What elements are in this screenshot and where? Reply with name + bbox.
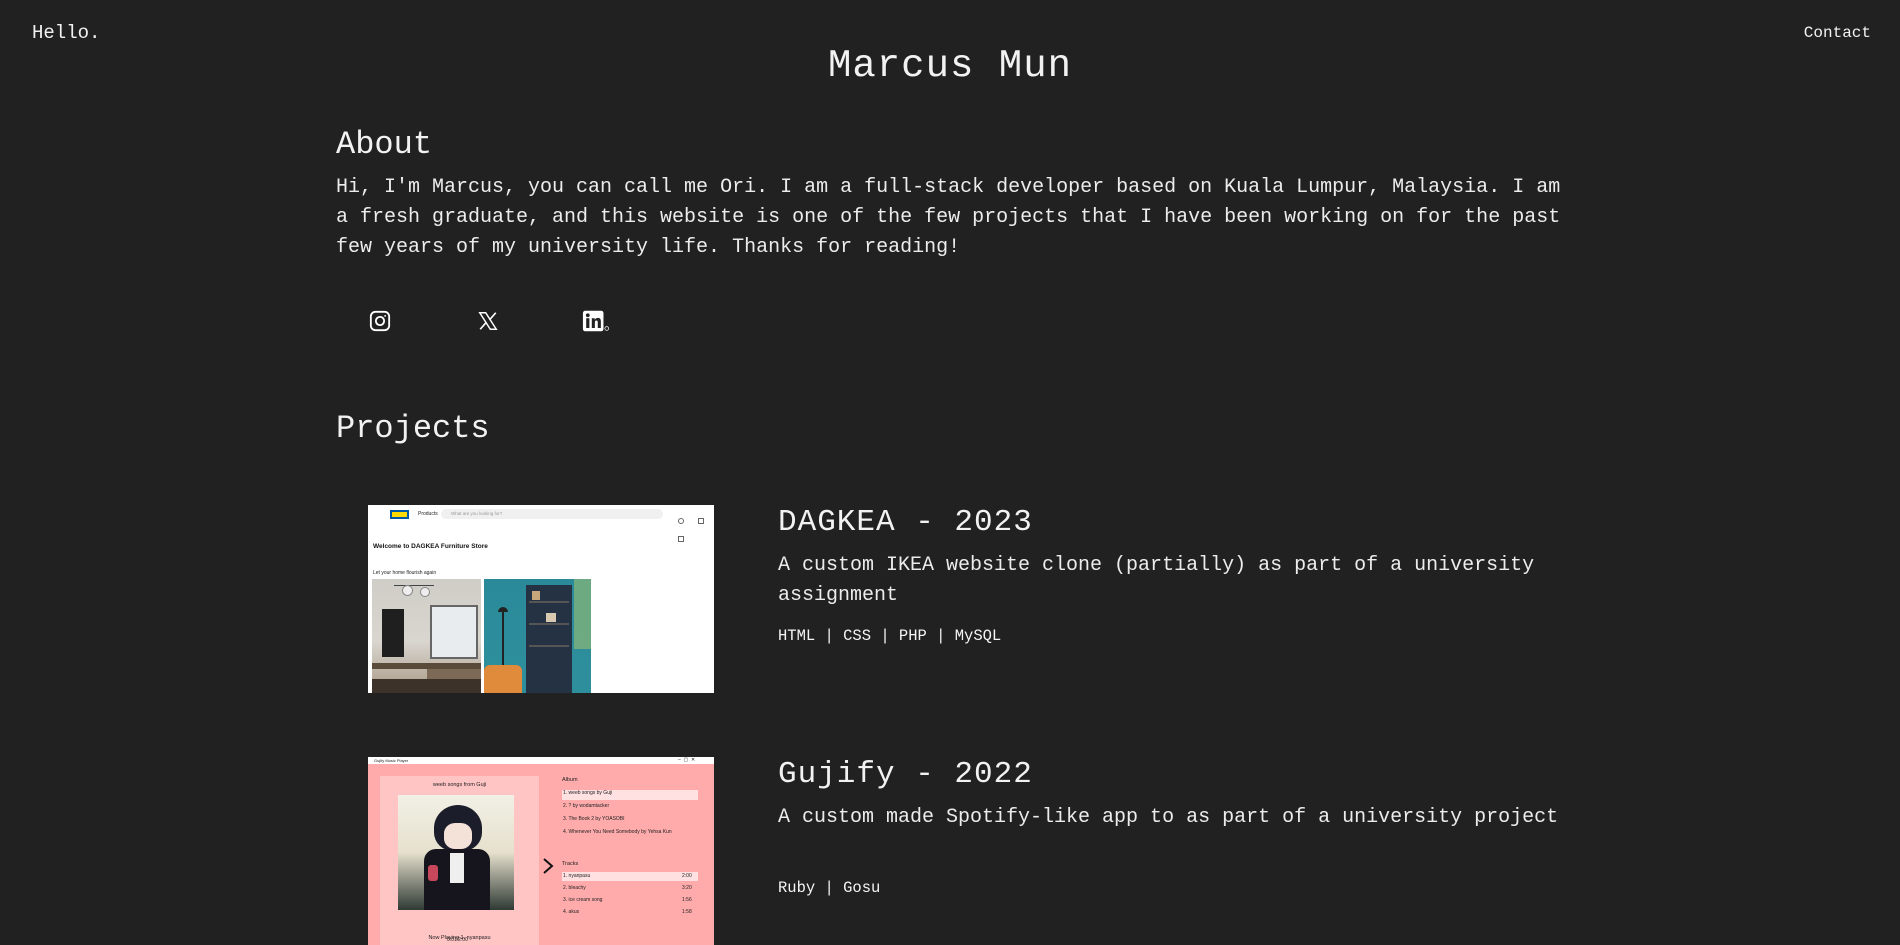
ikea-logo (390, 510, 409, 519)
gujify-screenshot[interactable]: Gujify Music Player – ▢ ✕ weeb songs fro… (368, 757, 714, 945)
album-list-item[interactable]: 2. ? by wodamtacker (563, 803, 609, 809)
shelf-room-image (484, 579, 591, 693)
album-list-item[interactable]: 1. weeb songs by Guji (563, 790, 612, 796)
dagkea-screenshot[interactable]: Products What are you looking for? Welco… (368, 505, 714, 693)
mock-nav-link: Products (418, 511, 438, 517)
page-title: Marcus Mun (827, 44, 1073, 88)
x-icon[interactable] (474, 307, 502, 335)
living-room-image (372, 579, 481, 693)
tracks-label: Tracks (562, 861, 579, 867)
instagram-icon[interactable] (366, 307, 394, 335)
linkedin-icon[interactable] (582, 307, 610, 335)
mock-subtitle: Let your home flourish again (373, 570, 437, 576)
project-description: A custom made Spotify-like app to as par… (778, 806, 1559, 829)
social-links (366, 307, 610, 335)
about-text: Hi, I'm Marcus, you can call me Ori. I a… (336, 176, 1561, 259)
mock-search-bar: What are you looking for? (441, 509, 663, 519)
album-title: weeb songs from Guji (432, 782, 487, 788)
track-duration: 3:20 (682, 885, 692, 891)
track-duration: 1:58 (682, 909, 692, 915)
project-description: A custom IKEA website clone (partially) … (778, 554, 1535, 607)
mock-welcome-heading: Welcome to DAGKEA Furniture Store (373, 543, 488, 550)
projects-heading: Projects (336, 410, 490, 447)
contact-link[interactable]: Contact (1804, 24, 1871, 42)
album-list-item[interactable]: 4. Whenever You Need Somebody by Yehsa K… (563, 829, 672, 835)
track-name[interactable]: 2. bleachy (563, 885, 586, 891)
album-cover (398, 795, 514, 910)
track-name[interactable]: 3. ice cream song (563, 897, 602, 903)
mock-window-titlebar: Gujify Music Player – ▢ ✕ (368, 757, 714, 764)
about-heading: About (336, 126, 433, 163)
greeting-logo[interactable]: Hello. (32, 22, 100, 44)
project-title: Gujify - 2022 (778, 757, 1033, 792)
track-duration: 1:56 (682, 897, 692, 903)
playback-time: 0:01/2:00 (447, 937, 468, 943)
next-album-arrow-icon[interactable] (542, 858, 554, 874)
album-panel: weeb songs from Guji Now Playing 1. nyan… (380, 776, 539, 945)
track-duration: 2:00 (682, 873, 692, 879)
album-list-item[interactable]: 3. The Book 2 by YOASOBI (563, 816, 625, 822)
project-tags: Ruby | Gosu (778, 879, 881, 897)
project-tags: HTML | CSS | PHP | MySQL (778, 627, 1002, 645)
track-name[interactable]: 4. akus (563, 909, 579, 915)
albums-label: Album (562, 777, 578, 783)
track-name[interactable]: 1. nyanpasu (563, 873, 590, 879)
project-title: DAGKEA - 2023 (778, 505, 1033, 540)
mock-header-icons (678, 511, 708, 542)
